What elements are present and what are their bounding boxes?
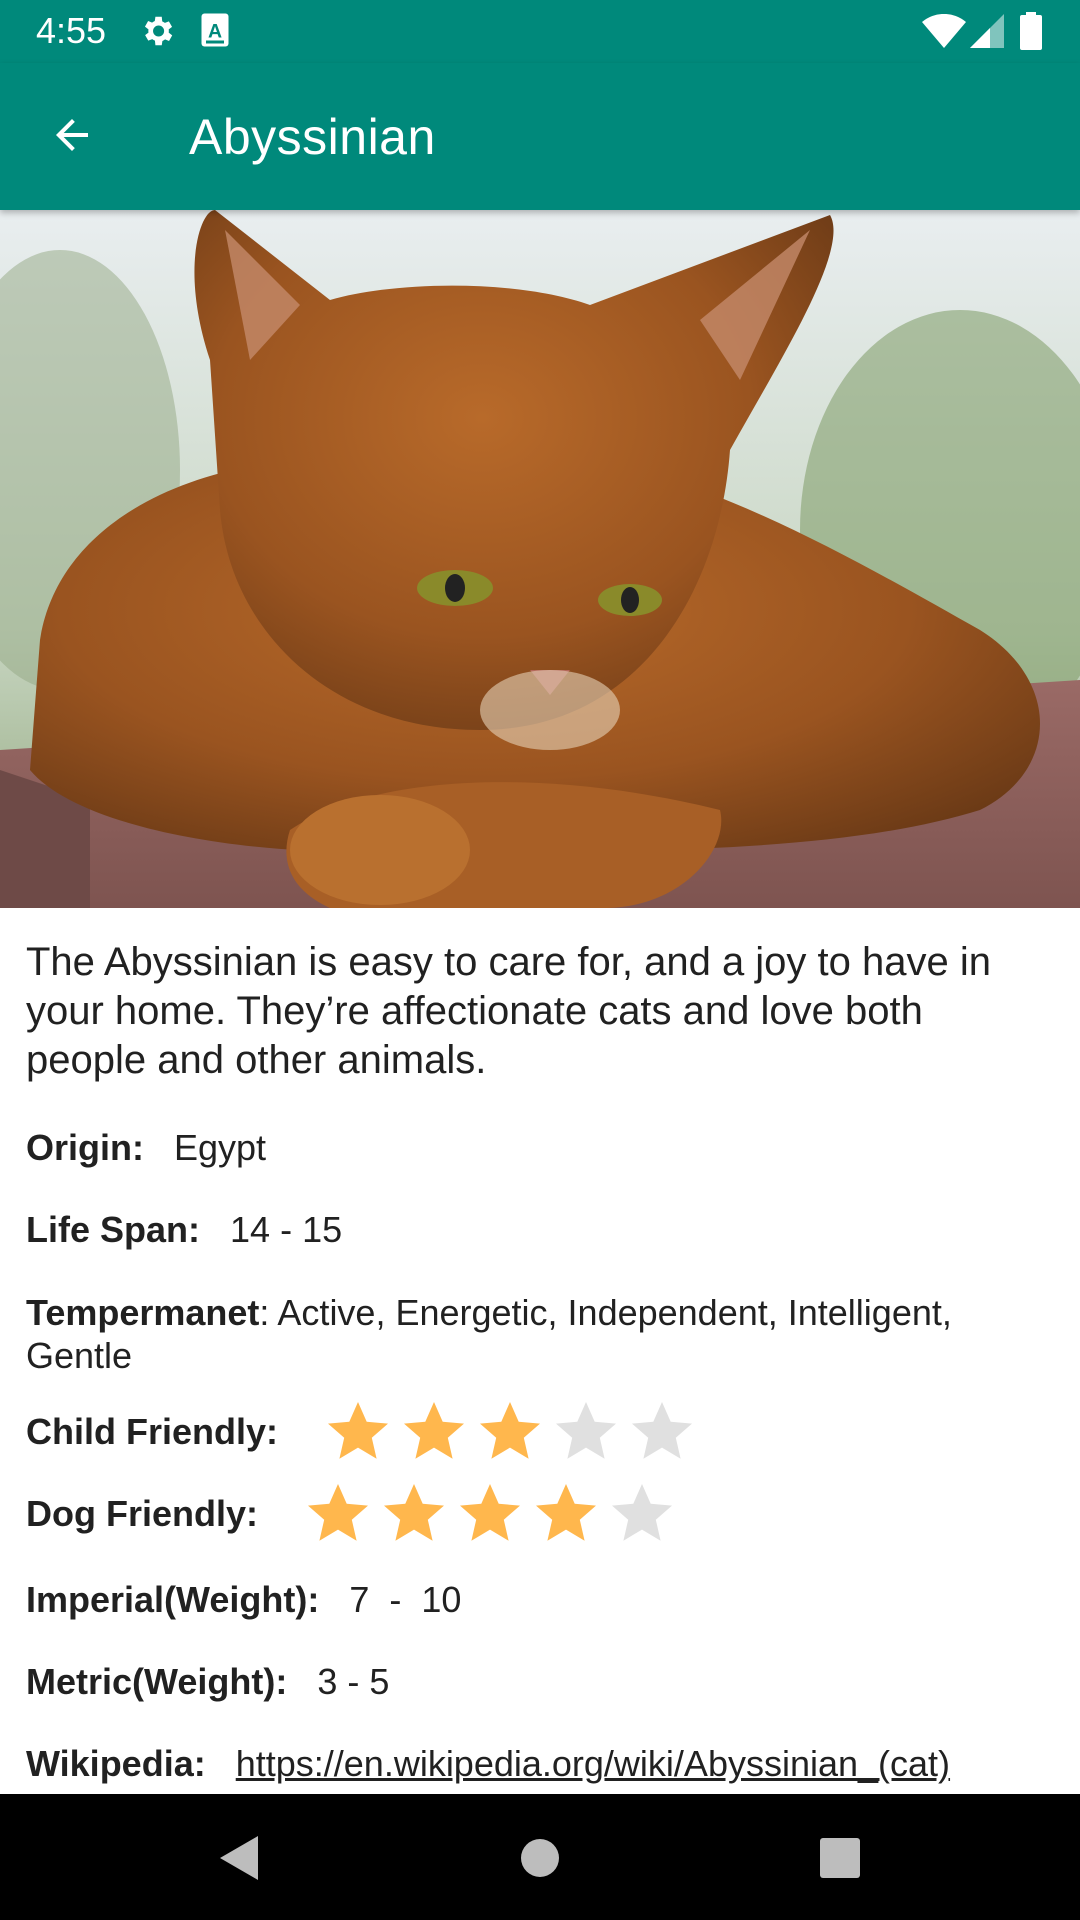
star-filled-icon — [460, 1484, 520, 1541]
arrow-back-icon — [56, 119, 88, 151]
child-friendly-label: Child Friendly: — [26, 1411, 278, 1452]
origin-row: Origin: Egypt — [26, 1126, 266, 1170]
cat-photo — [0, 210, 1080, 908]
origin-value: Egypt — [174, 1127, 267, 1168]
dog-friendly-rating — [300, 1478, 680, 1550]
wifi-icon — [922, 14, 966, 48]
wikipedia-link[interactable]: https://en.wikipedia.org/wiki/Abyssinian… — [236, 1743, 950, 1784]
back-button[interactable] — [34, 97, 110, 173]
star-empty-icon — [612, 1484, 672, 1541]
breed-image — [0, 210, 1080, 908]
star-filled-icon — [308, 1484, 368, 1541]
dog-friendly-label: Dog Friendly: — [26, 1493, 258, 1534]
imperial-weight-label: Imperial(Weight): — [26, 1579, 320, 1620]
status-time: 4:55 — [36, 10, 107, 51]
app-bar: Abyssinian — [0, 63, 1080, 210]
metric-weight-row: Metric(Weight): 3 - 5 — [26, 1660, 389, 1704]
imperial-weight-row: Imperial(Weight): 7 - 10 — [26, 1578, 461, 1622]
gear-icon — [144, 16, 173, 46]
svg-text:A: A — [208, 21, 222, 43]
recents-square-icon[interactable] — [812, 1830, 868, 1886]
temperament-row: Tempermanet: Active, Energetic, Independ… — [26, 1291, 1026, 1377]
dog-friendly-row: Dog Friendly: — [26, 1478, 680, 1550]
back-triangle-icon[interactable] — [212, 1830, 268, 1886]
star-filled-icon — [328, 1402, 388, 1459]
origin-label: Origin: — [26, 1127, 144, 1168]
signal-icon — [970, 14, 1004, 48]
temperament-label: Tempermanet — [26, 1292, 260, 1333]
status-bar: 4:55 A — [0, 0, 1080, 63]
metric-weight-label: Metric(Weight): — [26, 1661, 288, 1702]
child-friendly-rating — [320, 1396, 700, 1468]
star-filled-icon — [480, 1402, 540, 1459]
child-friendly-row: Child Friendly: — [26, 1396, 700, 1468]
star-filled-icon — [384, 1484, 444, 1541]
system-nav-bar — [0, 1794, 1080, 1920]
metric-weight-value: 3 - 5 — [317, 1661, 390, 1702]
page-title: Abyssinian — [189, 109, 436, 165]
star-filled-icon — [536, 1484, 596, 1541]
imperial-weight-value: 7 - 10 — [349, 1579, 462, 1620]
breed-details: The Abyssinian is easy to care for, and … — [26, 938, 1046, 1085]
breed-description: The Abyssinian is easy to care for, and … — [26, 940, 991, 1082]
life-span-label: Life Span: — [26, 1209, 201, 1250]
wikipedia-row: Wikipedia: https://en.wikipedia.org/wiki… — [26, 1742, 950, 1786]
battery-icon — [1020, 12, 1042, 50]
a-icon: A — [201, 13, 229, 47]
life-span-row: Life Span: 14 - 15 — [26, 1208, 342, 1252]
star-empty-icon — [632, 1402, 692, 1459]
star-empty-icon — [556, 1402, 616, 1459]
life-span-value: 14 - 15 — [230, 1209, 343, 1250]
wikipedia-label: Wikipedia: — [26, 1743, 206, 1784]
star-filled-icon — [404, 1402, 464, 1459]
home-circle-icon[interactable] — [512, 1830, 568, 1886]
